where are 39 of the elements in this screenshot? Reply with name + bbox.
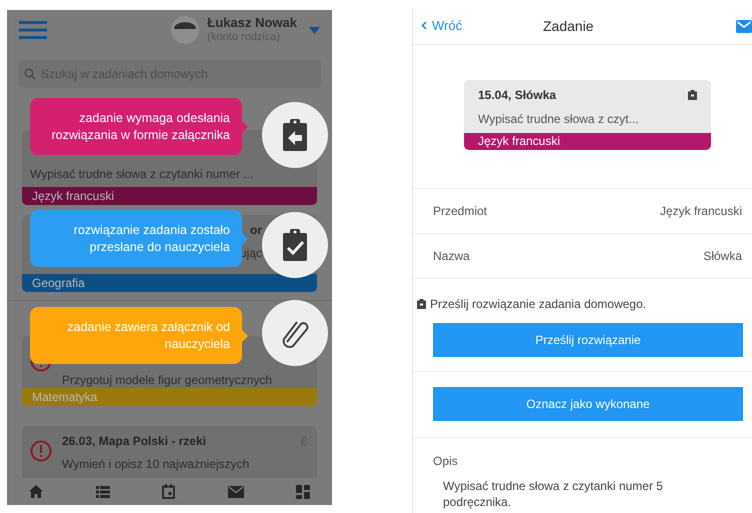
submit-solution-button[interactable]: Prześlij rozwiązanie [433,323,743,357]
card-description: Wymień i opisz 10 najważniejszych [62,456,250,473]
task-description: Wypisać trudne słowa z czyt... [477,111,640,128]
home-icon[interactable] [29,485,43,498]
user-name: Łukasz Nowak [207,15,297,32]
mail-icon[interactable] [736,20,752,32]
clipboard-icon [417,299,426,309]
dashboard-icon[interactable] [296,484,310,498]
screen-title: Zadanie [543,16,594,36]
homework-card[interactable]: 26.03, Mapa Polski - rzeki Wymień i opisz 10 najważniejszych [22,426,317,478]
description-label: Opis [433,453,459,470]
field-label: Przedmiot [433,203,488,220]
subject-label: Język francuski [464,133,711,150]
tooltip-text: rozwiązanie zadania zostało przesłane do nauczyciela [72,222,230,256]
card-description: Wypisać trudne słowa z czytanki numer ... [30,166,254,183]
calendar-icon[interactable] [162,484,175,499]
back-link[interactable]: Wróć [421,16,462,36]
task-card[interactable]: 15.04, Słówka Wypisać trudne słowa z czyt... Język francuski [464,80,711,150]
field-label: Nazwa [433,248,470,265]
field-value: Język francuski [660,203,742,220]
card-title: or [250,222,262,239]
mark-done-button[interactable]: Oznacz jako wykonane [433,387,743,421]
caret-icon[interactable] [309,26,320,34]
card-title: 26.03, Mapa Polski - rzeki [62,433,206,450]
description-text: Wypisać trudne słowa z czytanki numer 5 podręcznika. [443,478,664,510]
subject-label: Geografia [22,274,317,292]
upload-note: Prześlij rozwiązanie zadania domowego. [430,296,646,313]
avatar-icon [171,16,200,44]
list-icon[interactable] [96,486,110,498]
back-icon [421,21,427,30]
mail-icon[interactable] [228,486,244,498]
search-icon [24,68,36,80]
clipboard-icon [688,90,697,100]
field-value: Słówka [703,248,742,265]
subject-label: Matematyka [22,388,317,406]
subject-label: Język francuski [22,187,317,205]
task-title: 15.04, Słówka [478,87,556,104]
card-description: Przygotuj modele figur geometrycznych [62,372,274,389]
menu-icon[interactable] [19,21,47,39]
